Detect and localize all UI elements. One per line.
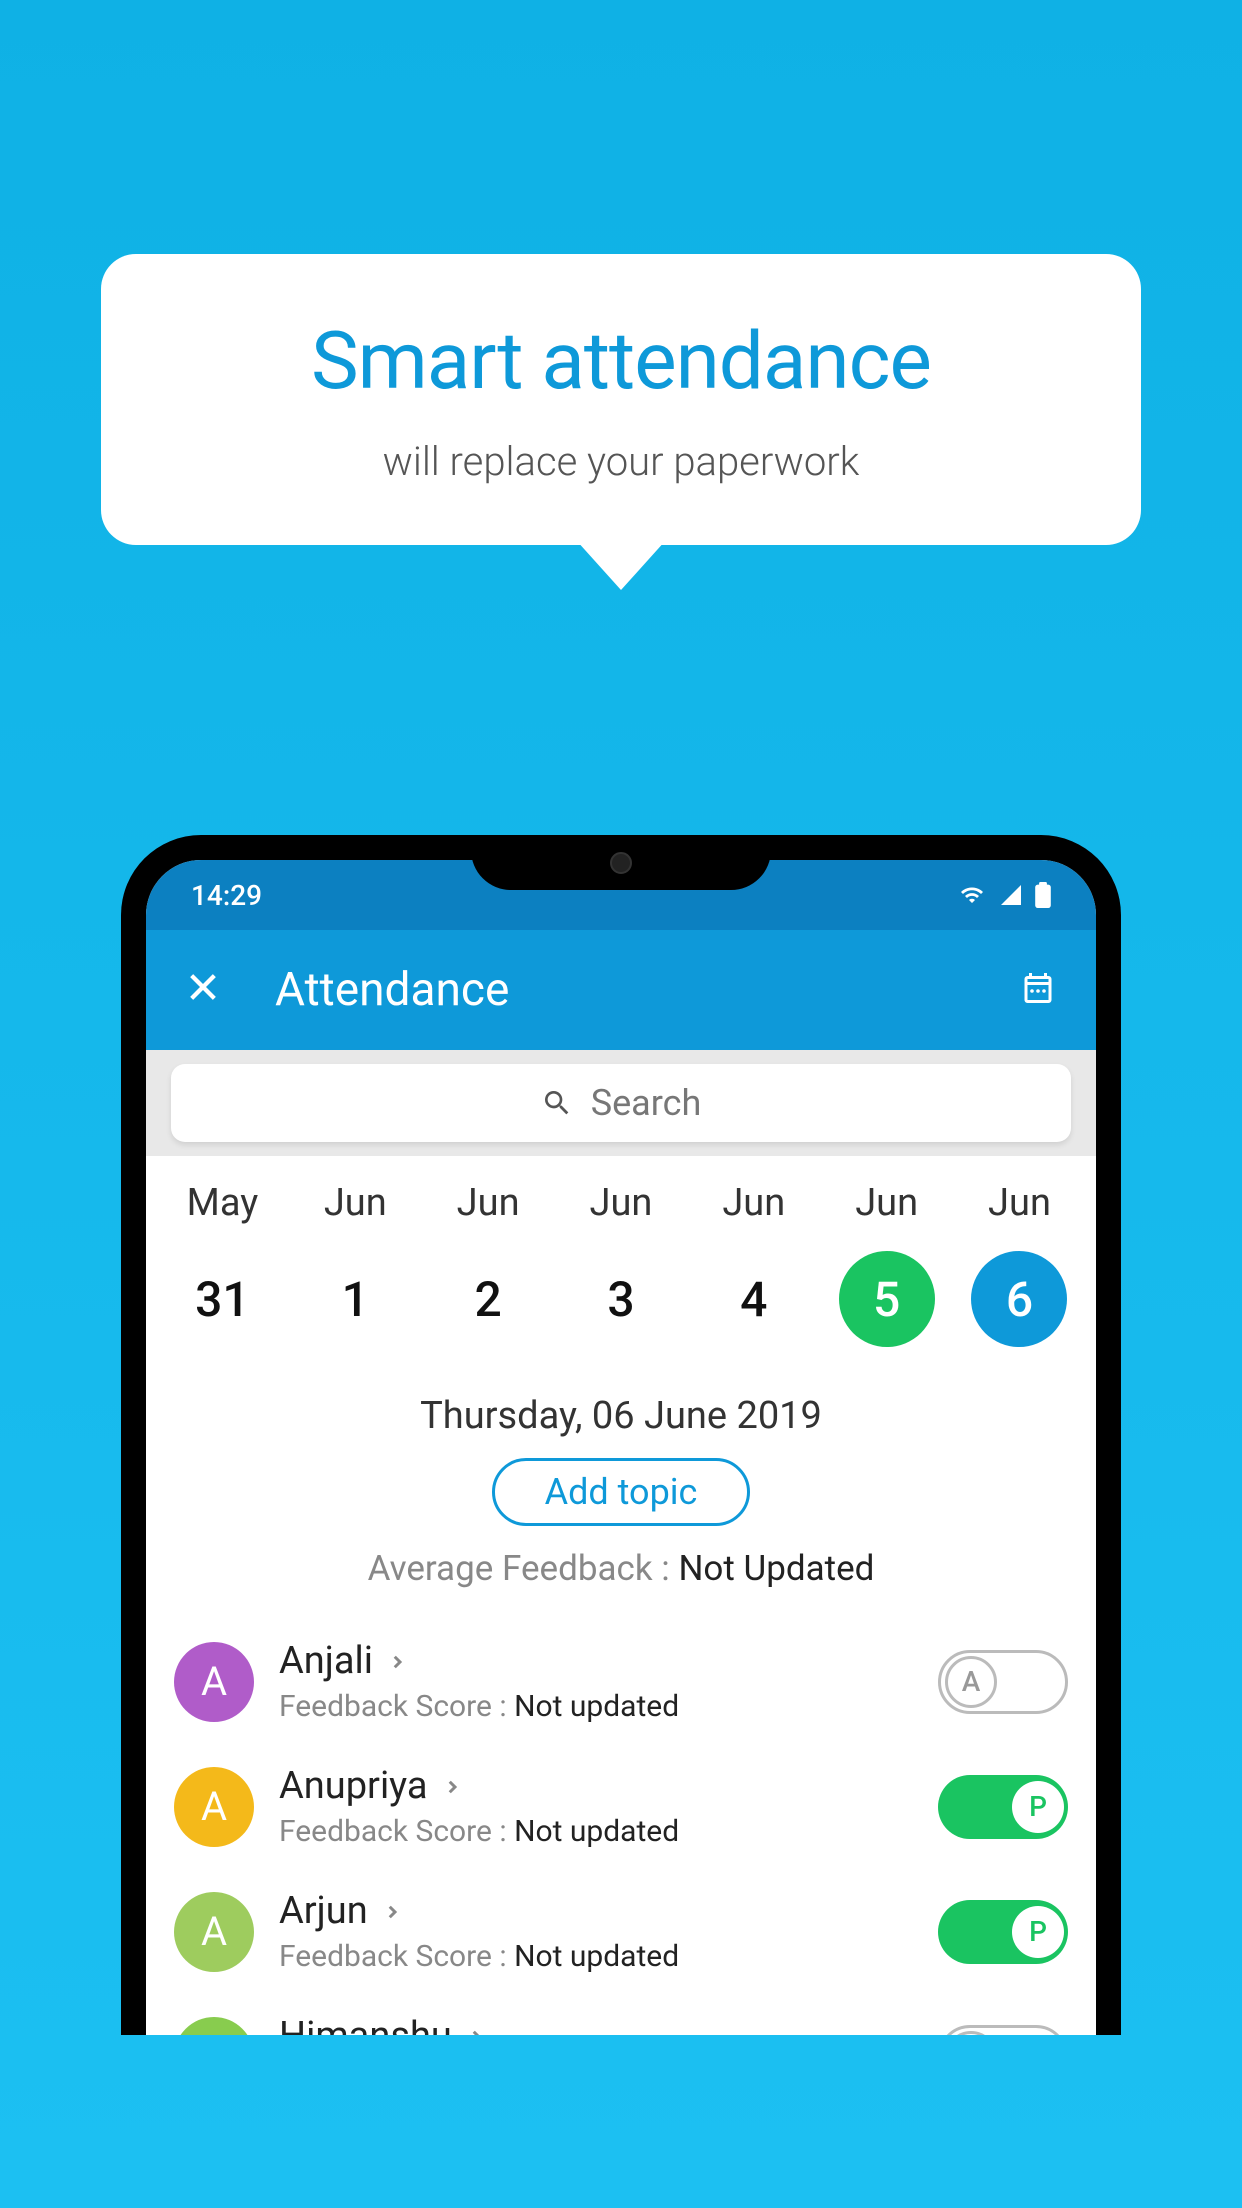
attendance-toggle[interactable]: P xyxy=(938,1900,1068,1964)
promo-tooltip: Smart attendance will replace your paper… xyxy=(101,254,1141,545)
date-month: Jun xyxy=(722,1181,785,1225)
feedback-score: Feedback Score : Not updated xyxy=(279,1814,913,1849)
avatar: A xyxy=(174,1642,254,1722)
student-info[interactable]: Anjali Feedback Score : Not updated xyxy=(279,1639,913,1724)
date-day: 2 xyxy=(440,1251,536,1347)
search-icon xyxy=(541,1087,573,1119)
toggle-knob: P xyxy=(1012,1906,1064,1958)
student-info[interactable]: Anupriya Feedback Score : Not updated xyxy=(279,1764,913,1849)
search-input[interactable]: Search xyxy=(171,1064,1071,1142)
feedback-score: Feedback Score : Not updated xyxy=(279,1689,913,1724)
date-month: Jun xyxy=(855,1181,918,1225)
date-item[interactable]: Jun 3 xyxy=(573,1181,669,1347)
date-month: May xyxy=(187,1181,259,1225)
attendance-toggle[interactable]: A xyxy=(938,1650,1068,1714)
signal-icon xyxy=(999,883,1023,907)
status-time: 14:29 xyxy=(191,879,262,912)
chevron-right-icon xyxy=(383,1895,401,1928)
page-title: Attendance xyxy=(275,963,965,1017)
date-strip: May 31 Jun 1 Jun 2 Jun 3 Jun 4 Jun 5 Jun 6 xyxy=(146,1156,1096,1382)
student-info[interactable]: Arjun Feedback Score : Not updated xyxy=(279,1889,913,1974)
search-placeholder: Search xyxy=(591,1082,702,1124)
date-item[interactable]: Jun 4 xyxy=(706,1181,802,1347)
date-day: 31 xyxy=(174,1251,270,1347)
student-row: A Anjali Feedback Score : Not updated A xyxy=(146,1619,1096,1744)
chevron-right-icon xyxy=(388,1645,406,1678)
date-month: Jun xyxy=(590,1181,653,1225)
phone-screen: 14:29 Attendance Search May31Jun1Jun2Jun… xyxy=(146,860,1096,2035)
student-row: H HimanshuFeedback Score : Not updated A xyxy=(146,1994,1096,2035)
avatar: A xyxy=(174,1892,254,1972)
add-topic-button[interactable]: Add topic xyxy=(492,1458,751,1526)
date-month: Jun xyxy=(457,1181,520,1225)
date-item[interactable]: Jun 1 xyxy=(307,1181,403,1347)
student-list: AAnjaliFeedback Score : Not updatedAAAnu… xyxy=(146,1619,1096,2035)
avatar: H xyxy=(174,2017,254,2036)
close-icon[interactable] xyxy=(186,966,220,1015)
status-icons xyxy=(957,882,1051,908)
student-row: A Anupriya Feedback Score : Not updated P xyxy=(146,1744,1096,1869)
toggle-knob: A xyxy=(945,1656,997,1708)
student-info[interactable]: HimanshuFeedback Score : Not updated xyxy=(279,2014,913,2035)
date-day: 5 xyxy=(839,1251,935,1347)
date-day: 4 xyxy=(706,1251,802,1347)
phone-notch xyxy=(471,835,771,890)
feedback-score: Feedback Score : Not updated xyxy=(279,1939,913,1974)
student-name: Arjun xyxy=(279,1889,368,1933)
tooltip-subtitle: will replace your paperwork xyxy=(141,438,1101,485)
battery-icon xyxy=(1035,882,1051,908)
average-feedback: Average Feedback : Not Updated xyxy=(146,1548,1096,1619)
date-month: Jun xyxy=(988,1181,1051,1225)
app-header: Attendance xyxy=(146,930,1096,1050)
toggle-knob: A xyxy=(945,2031,997,2036)
avatar: A xyxy=(174,1767,254,1847)
attendance-toggle[interactable]: A xyxy=(938,2025,1068,2036)
date-day: 1 xyxy=(307,1251,403,1347)
student-name: Anjali xyxy=(279,1639,373,1683)
date-item[interactable]: Jun 6 xyxy=(971,1181,1067,1347)
tooltip-title: Smart attendance xyxy=(141,314,1101,408)
chevron-right-icon xyxy=(467,2020,485,2036)
date-month: Jun xyxy=(324,1181,387,1225)
calendar-icon[interactable] xyxy=(1020,970,1056,1010)
selected-date: Thursday, 06 June 2019 xyxy=(146,1382,1096,1458)
search-bar-container: Search xyxy=(146,1050,1096,1156)
chevron-right-icon xyxy=(443,1770,461,1803)
date-item[interactable]: Jun 5 xyxy=(839,1181,935,1347)
avg-feedback-value: Not Updated xyxy=(678,1548,874,1589)
wifi-icon xyxy=(957,883,987,907)
date-day: 3 xyxy=(573,1251,669,1347)
avg-feedback-label: Average Feedback : xyxy=(368,1548,679,1589)
date-day: 6 xyxy=(971,1251,1067,1347)
attendance-toggle[interactable]: P xyxy=(938,1775,1068,1839)
student-name: Himanshu xyxy=(279,2014,452,2035)
date-item[interactable]: May 31 xyxy=(174,1181,270,1347)
student-name: Anupriya xyxy=(279,1764,428,1808)
student-row: A Arjun Feedback Score : Not updated P xyxy=(146,1869,1096,1994)
date-item[interactable]: Jun 2 xyxy=(440,1181,536,1347)
toggle-knob: P xyxy=(1012,1781,1064,1833)
phone-frame: 14:29 Attendance Search May31Jun1Jun2Jun… xyxy=(121,835,1121,2035)
